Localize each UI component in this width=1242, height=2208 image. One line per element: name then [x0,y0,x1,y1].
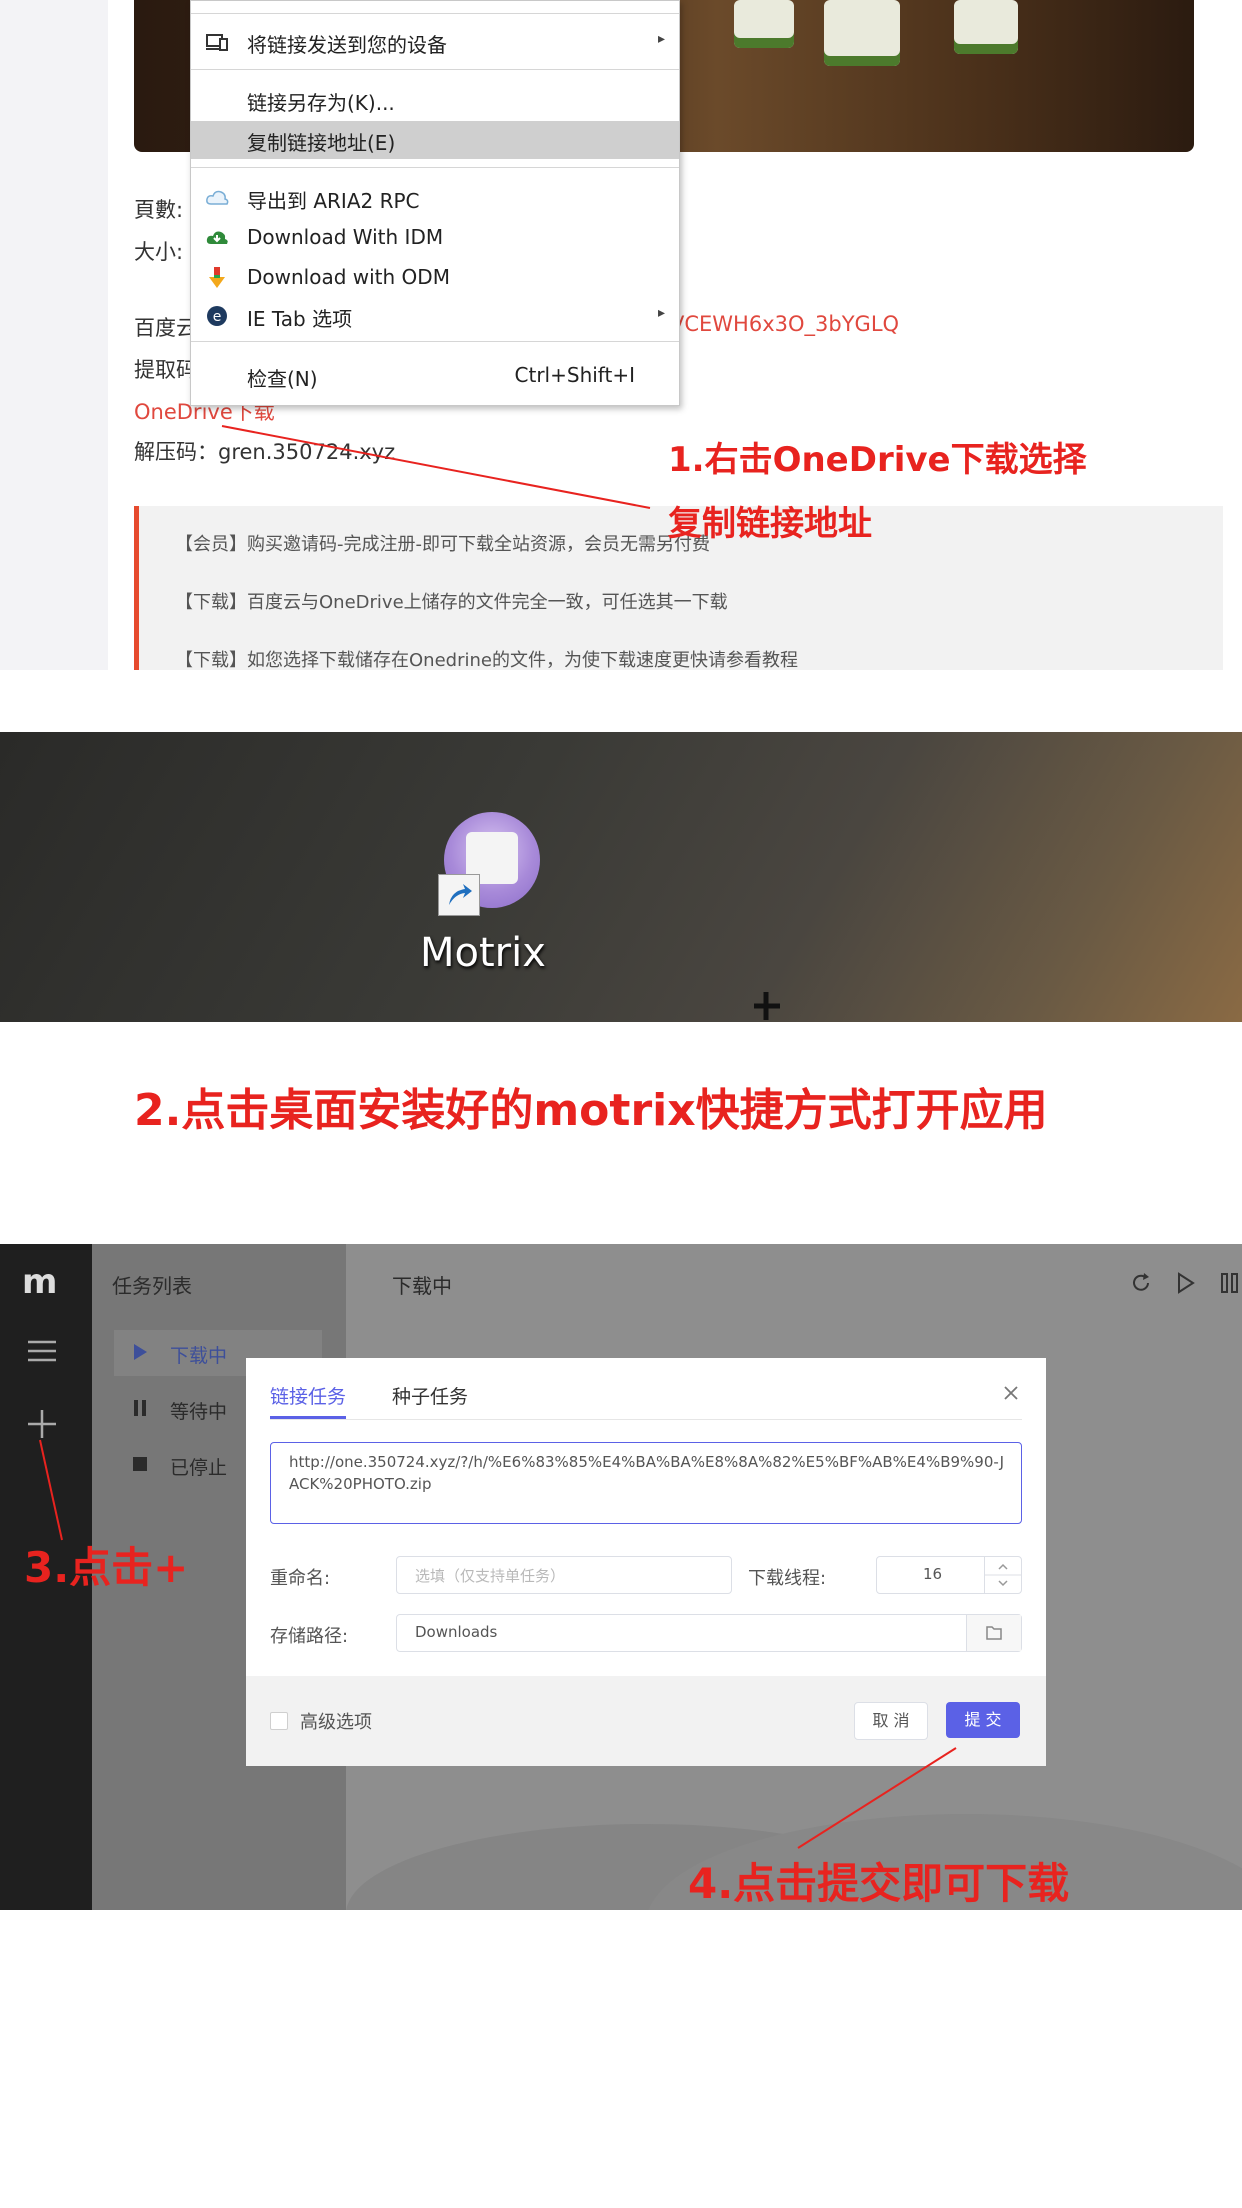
svg-text:e: e [213,309,222,325]
shortcut-text: Ctrl+Shift+I [514,363,635,387]
menu-item-save-link-as[interactable]: 链接另存为(K)... [191,81,679,119]
menu-item-export-aria2[interactable]: 导出到 ARIA2 RPC [191,179,679,217]
annotation-line [797,1747,957,1849]
step2-annotation: 2.点击桌面安装好的motrix快捷方式打开应用 [134,1085,1048,1136]
step1-annotation: 1.右击OneDrive下载选择 [668,440,1087,480]
menu-item-label: 将链接发送到您的设备 [247,33,447,57]
menu-separator [191,69,679,70]
menu-item-send-to-devices[interactable]: 将链接发送到您的设备 ▸ [191,23,679,61]
desktop-icon-label: Motrix [420,930,546,976]
menu-item-label: IE Tab 选项 [247,307,353,331]
aria2-cloud-icon [206,190,229,205]
menu-item-ie-tab[interactable]: e IE Tab 选项 ▸ [191,297,679,335]
menu-item-download-idm[interactable]: Download With IDM [191,219,679,257]
odm-arrow-icon [209,267,225,288]
motrix-app-screenshot: m 任务列表 下载中 等待中 已停止 下载中 3.点击+ 链接任务 种子任务 h… [0,1244,1242,1910]
menu-item-copy-link-address[interactable]: 复制链接地址(E) [191,121,679,159]
ietab-icon: e [207,306,227,326]
step4-annotation: 4.点击提交即可下载 [688,1859,1070,1908]
devices-icon [206,34,228,51]
menu-separator [191,13,679,14]
idm-cloud-icon [206,231,228,244]
menu-separator [191,341,679,342]
menu-item-download-odm[interactable]: Download with ODM [191,259,679,297]
menu-item-label: 复制链接地址(E) [247,131,396,155]
browser-screenshot: 頁數: 大小: 百度云 VCEWH6x3O_3bYGLQ 提取码 OneDriv… [0,0,1242,670]
menu-item-label: 导出到 ARIA2 RPC [247,189,420,213]
shortcut-arrow-icon [438,874,480,916]
menu-item-inspect[interactable]: 检查(N) Ctrl+Shift+I [191,357,679,395]
menu-item-label: Download with ODM [247,265,450,289]
submenu-arrow-icon: ▸ [657,305,665,321]
menu-separator [191,167,679,168]
desktop-screenshot: Motrix [0,732,1242,1022]
menu-item-label: 链接另存为(K)... [247,91,395,115]
step1-annotation-line2: 复制链接地址 [668,504,872,544]
menu-item-label: Download With IDM [247,225,444,249]
menu-item-label: 检查(N) [247,367,318,391]
submenu-arrow-icon: ▸ [657,31,665,47]
context-menu: 将链接发送到您的设备 ▸ 链接另存为(K)... 复制链接地址(E) 导出到 A… [190,0,680,406]
mouse-cursor-icon [754,992,780,1020]
